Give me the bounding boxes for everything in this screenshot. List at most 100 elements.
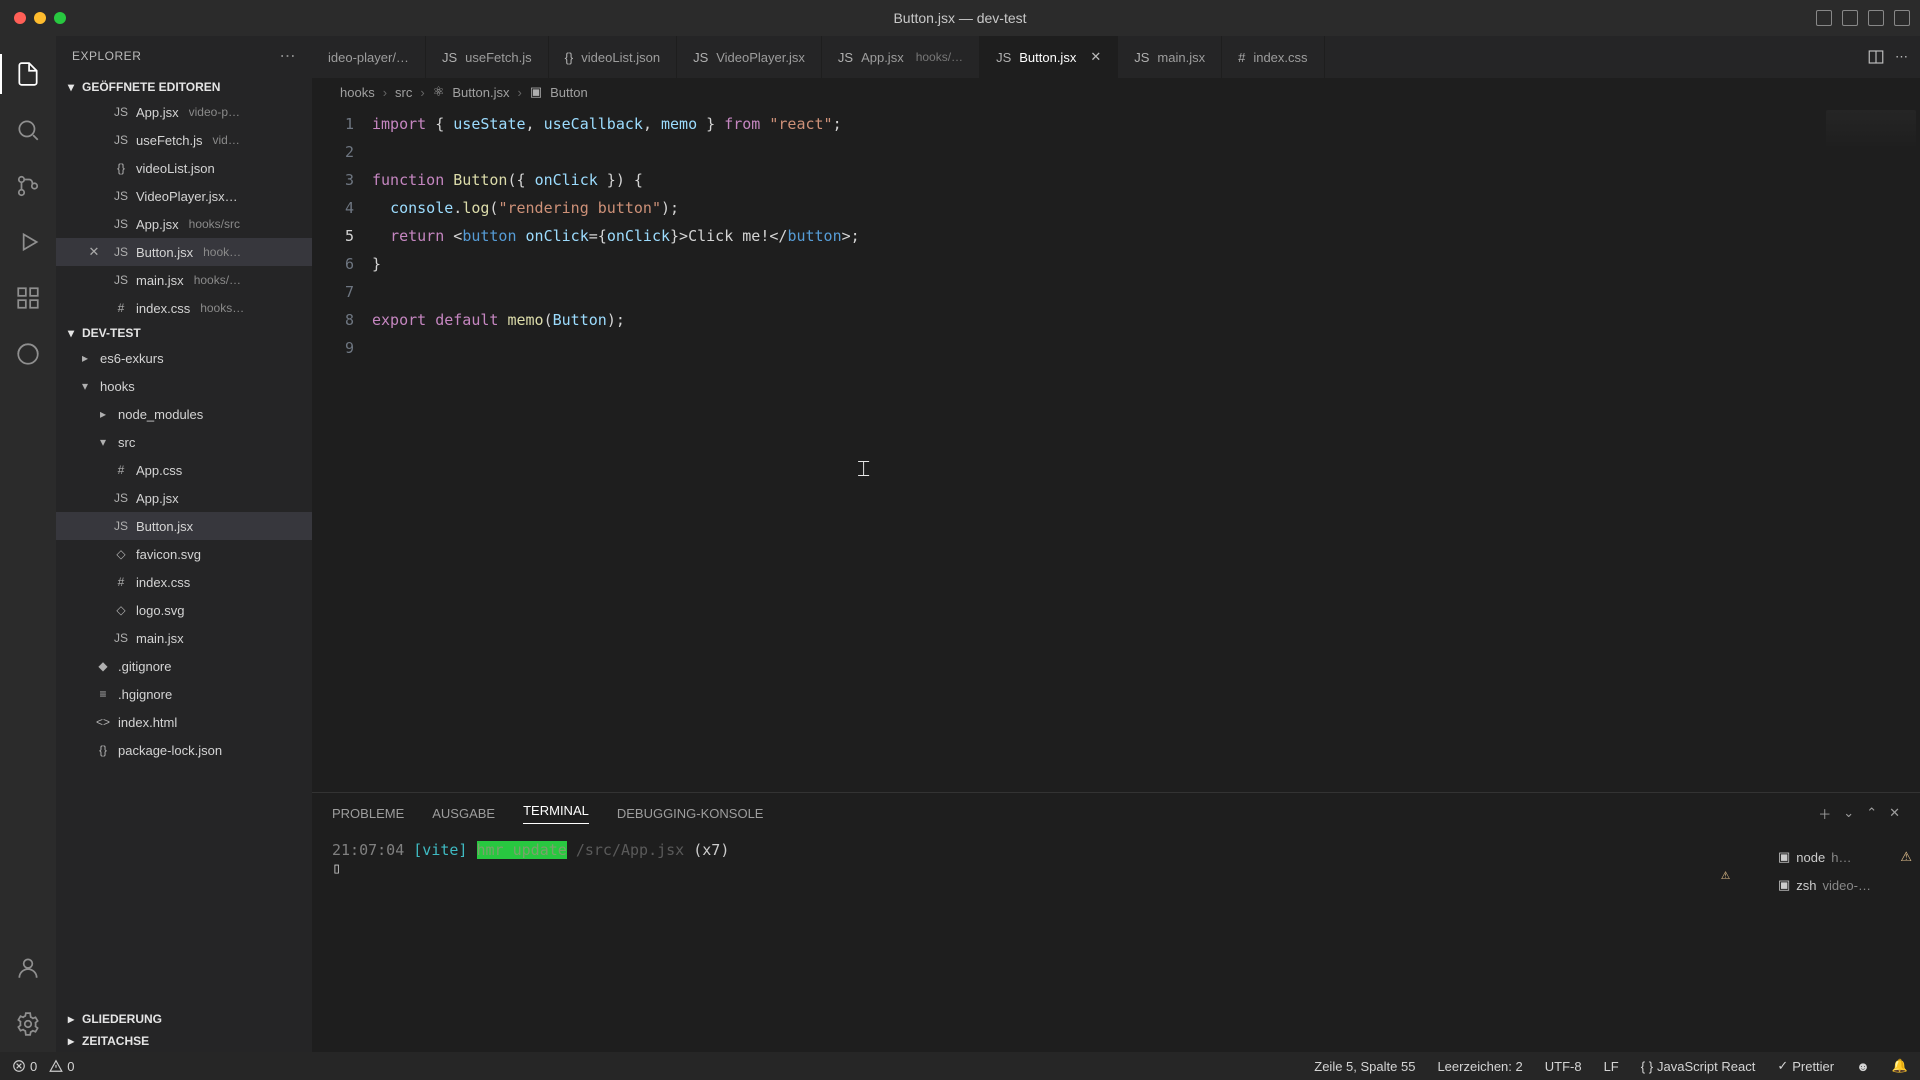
open-editor-item[interactable]: ✕JSButton.jsxhook… bbox=[56, 238, 312, 266]
breadcrumb-part[interactable]: hooks bbox=[340, 85, 375, 100]
run-debug-icon[interactable] bbox=[0, 214, 56, 270]
breadcrumb[interactable]: hooks › src › ⚛ Button.jsx › ▣ Button bbox=[312, 78, 1920, 106]
status-eol[interactable]: LF bbox=[1604, 1059, 1619, 1074]
status-cursor-position[interactable]: Zeile 5, Spalte 55 bbox=[1314, 1059, 1415, 1074]
terminal-output[interactable]: 21:07:04 [vite] hmr update /src/App.jsx … bbox=[312, 833, 1770, 1052]
file-item[interactable]: {}package-lock.json bbox=[56, 736, 312, 764]
terminal-process[interactable]: ▣zshvideo-… bbox=[1778, 871, 1912, 899]
folder-item[interactable]: ▸es6-exkurs bbox=[56, 344, 312, 372]
file-item[interactable]: JSApp.jsx bbox=[56, 484, 312, 512]
breadcrumb-part[interactable]: src bbox=[395, 85, 412, 100]
file-icon: JS bbox=[112, 133, 130, 147]
open-editor-item[interactable]: JSVideoPlayer.jsx… bbox=[56, 182, 312, 210]
window-title: Button.jsx — dev-test bbox=[893, 10, 1026, 26]
editor-tab[interactable]: JSButton.jsx✕ bbox=[980, 36, 1118, 78]
status-language[interactable]: { } JavaScript React bbox=[1641, 1059, 1756, 1074]
status-encoding[interactable]: UTF-8 bbox=[1545, 1059, 1582, 1074]
code-content[interactable]: import { useState, useCallback, memo } f… bbox=[372, 106, 1920, 792]
chevron-icon: ▸ bbox=[94, 407, 112, 421]
settings-gear-icon[interactable] bbox=[0, 996, 56, 1052]
edge-tools-icon[interactable] bbox=[0, 326, 56, 382]
close-window-icon[interactable] bbox=[14, 12, 26, 24]
folder-item[interactable]: ▾src bbox=[56, 428, 312, 456]
editor-tab[interactable]: {}videoList.json bbox=[549, 36, 677, 78]
editor-tab[interactable]: JSVideoPlayer.jsx bbox=[677, 36, 822, 78]
extensions-icon[interactable] bbox=[0, 270, 56, 326]
search-icon[interactable] bbox=[0, 102, 56, 158]
breadcrumb-part[interactable]: Button bbox=[550, 85, 588, 100]
open-editors-list: JSApp.jsxvideo-p…JSuseFetch.jsvid…{}vide… bbox=[56, 98, 312, 322]
open-editor-item[interactable]: JSmain.jsxhooks/… bbox=[56, 266, 312, 294]
file-path: hook… bbox=[203, 245, 241, 259]
tab-label: main.jsx bbox=[1157, 50, 1205, 65]
toggle-panel-icon[interactable] bbox=[1842, 10, 1858, 26]
explorer-icon[interactable] bbox=[0, 46, 56, 102]
process-name: zsh bbox=[1796, 878, 1816, 893]
timeline-header[interactable]: ▸ ZEITACHSE bbox=[56, 1030, 312, 1052]
status-feedback-icon[interactable]: ☻ bbox=[1856, 1059, 1870, 1074]
tree-label: Button.jsx bbox=[136, 519, 193, 534]
open-editor-item[interactable]: #index.csshooks… bbox=[56, 294, 312, 322]
file-item[interactable]: JSButton.jsx bbox=[56, 512, 312, 540]
panel-tab-terminal[interactable]: TERMINAL bbox=[523, 803, 589, 824]
minimize-window-icon[interactable] bbox=[34, 12, 46, 24]
maximize-panel-icon[interactable]: ⌃ bbox=[1866, 805, 1877, 821]
open-editor-item[interactable]: JSuseFetch.jsvid… bbox=[56, 126, 312, 154]
panel-tab-debug[interactable]: DEBUGGING-KONSOLE bbox=[617, 806, 764, 821]
warning-icon[interactable]: ⚠ bbox=[1721, 865, 1730, 883]
folder-item[interactable]: ▸node_modules bbox=[56, 400, 312, 428]
file-item[interactable]: <>index.html bbox=[56, 708, 312, 736]
status-prettier[interactable]: ✓ Prettier bbox=[1777, 1058, 1834, 1074]
new-terminal-icon[interactable]: ＋ bbox=[1818, 804, 1831, 823]
outline-header[interactable]: ▸ GLIEDERUNG bbox=[56, 1008, 312, 1030]
panel-tab-output[interactable]: AUSGABE bbox=[432, 806, 495, 821]
editor-tab[interactable]: JSuseFetch.js bbox=[426, 36, 549, 78]
file-item[interactable]: ≡.hgignore bbox=[56, 680, 312, 708]
panel-tab-problems[interactable]: PROBLEME bbox=[332, 806, 404, 821]
file-item[interactable]: ◇favicon.svg bbox=[56, 540, 312, 568]
split-editor-icon[interactable] bbox=[1867, 48, 1885, 66]
editor-tab[interactable]: #index.css bbox=[1222, 36, 1324, 78]
status-indentation[interactable]: Leerzeichen: 2 bbox=[1437, 1059, 1522, 1074]
breadcrumb-part[interactable]: Button.jsx bbox=[452, 85, 509, 100]
status-errors[interactable]: 0 bbox=[12, 1059, 37, 1074]
terminal-process[interactable]: ▣nodeh…⚠ bbox=[1778, 843, 1912, 871]
project-header[interactable]: ▾ DEV-TEST bbox=[56, 322, 312, 344]
editor-tab[interactable]: JSmain.jsx bbox=[1118, 36, 1222, 78]
code-editor[interactable]: 123456789 import { useState, useCallback… bbox=[312, 106, 1920, 792]
close-panel-icon[interactable]: ✕ bbox=[1889, 805, 1900, 821]
close-icon[interactable]: ✕ bbox=[86, 244, 102, 260]
maximize-window-icon[interactable] bbox=[54, 12, 66, 24]
toggle-secondary-side-icon[interactable] bbox=[1868, 10, 1884, 26]
status-notifications-icon[interactable]: 🔔 bbox=[1892, 1058, 1908, 1074]
tree-label: .hgignore bbox=[118, 687, 172, 702]
toggle-primary-side-icon[interactable] bbox=[1816, 10, 1832, 26]
close-icon[interactable]: ✕ bbox=[1090, 49, 1101, 65]
open-editor-item[interactable]: JSApp.jsxhooks/src bbox=[56, 210, 312, 238]
file-path: hooks/… bbox=[194, 273, 241, 287]
project-tree: ▸es6-exkurs▾hooks▸node_modules▾src#App.c… bbox=[56, 344, 312, 1008]
braces-icon: { } bbox=[1641, 1059, 1653, 1074]
customize-layout-icon[interactable] bbox=[1894, 10, 1910, 26]
accounts-icon[interactable] bbox=[0, 940, 56, 996]
open-editor-item[interactable]: JSApp.jsxvideo-p… bbox=[56, 98, 312, 126]
file-item[interactable]: JSmain.jsx bbox=[56, 624, 312, 652]
open-editor-item[interactable]: {}videoList.json bbox=[56, 154, 312, 182]
bottom-panel: PROBLEME AUSGABE TERMINAL DEBUGGING-KONS… bbox=[312, 792, 1920, 1052]
minimap[interactable] bbox=[1826, 110, 1916, 150]
status-warnings[interactable]: 0 bbox=[49, 1059, 74, 1074]
process-meta: h… bbox=[1831, 850, 1851, 865]
file-item[interactable]: ◇logo.svg bbox=[56, 596, 312, 624]
file-item[interactable]: #index.css bbox=[56, 568, 312, 596]
more-actions-icon[interactable]: ⋯ bbox=[1895, 49, 1908, 65]
editor-tab[interactable]: ideo-player/… bbox=[312, 36, 426, 78]
file-item[interactable]: #App.css bbox=[56, 456, 312, 484]
folder-item[interactable]: ▾hooks bbox=[56, 372, 312, 400]
sidebar-more-icon[interactable]: ⋯ bbox=[280, 46, 297, 66]
source-control-icon[interactable] bbox=[0, 158, 56, 214]
file-item[interactable]: ◆.gitignore bbox=[56, 652, 312, 680]
open-editors-header[interactable]: ▾ GEÖFFNETE EDITOREN bbox=[56, 76, 312, 98]
editor-tab[interactable]: JSApp.jsxhooks/… bbox=[822, 36, 980, 78]
terminal-dropdown-icon[interactable]: ⌄ bbox=[1843, 805, 1854, 821]
file-icon: JS bbox=[838, 50, 853, 65]
